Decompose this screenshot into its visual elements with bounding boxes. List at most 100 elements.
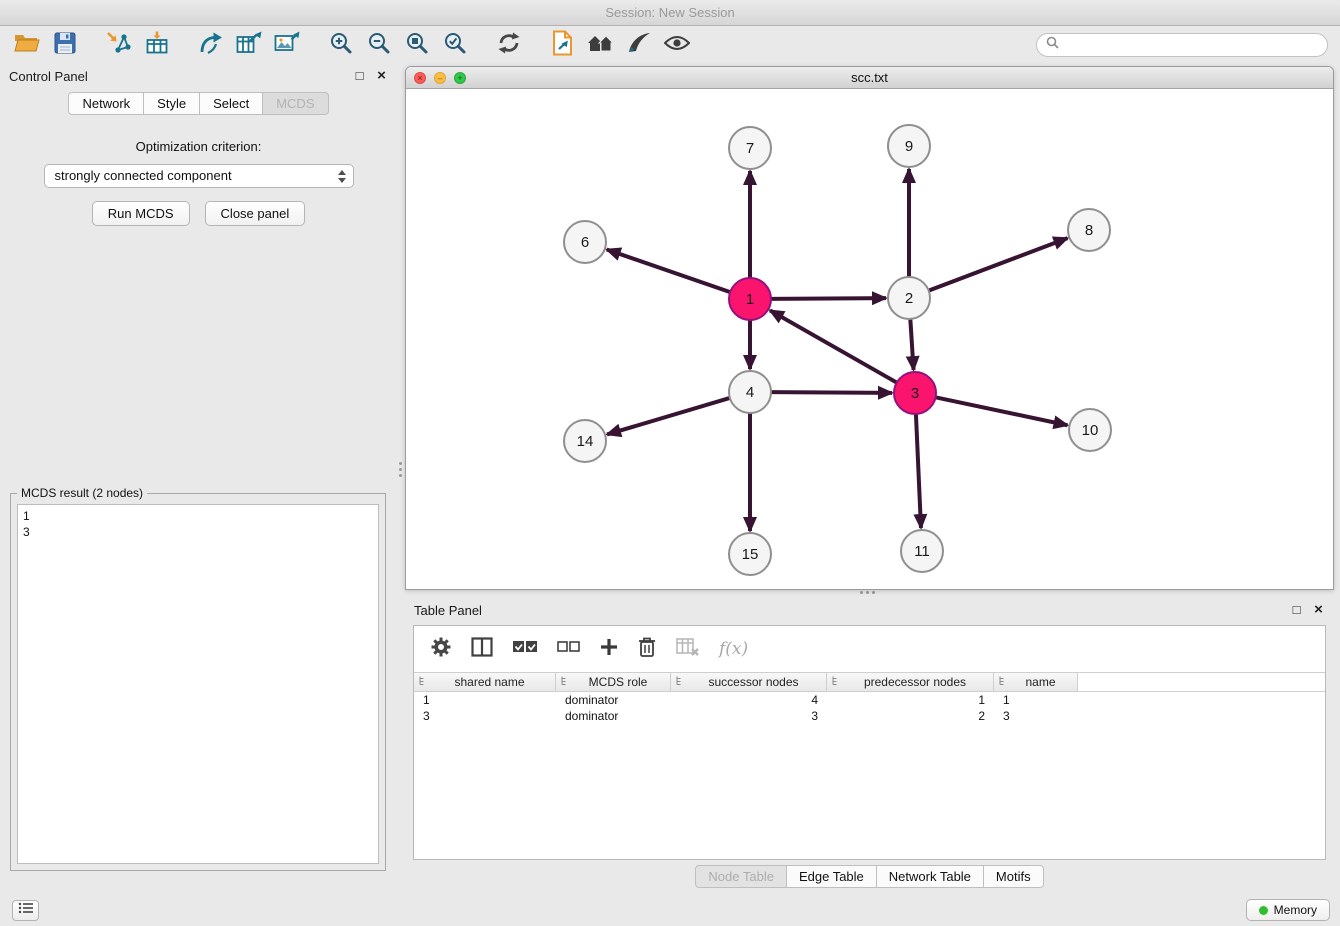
table-cell: 1 xyxy=(414,692,556,708)
edge-3-11[interactable] xyxy=(916,414,921,528)
export-network-button[interactable] xyxy=(192,30,230,60)
node-8[interactable]: 8 xyxy=(1068,209,1110,251)
node-2[interactable]: 2 xyxy=(888,277,930,319)
export-image-button[interactable] xyxy=(268,30,306,60)
show-columns-button[interactable] xyxy=(471,637,493,662)
criterion-dropdown[interactable]: strongly connected component xyxy=(44,164,354,188)
unselect-all-icon xyxy=(557,640,581,658)
node-10[interactable]: 10 xyxy=(1069,409,1111,451)
tab-select[interactable]: Select xyxy=(199,92,263,115)
table-cell: 3 xyxy=(994,708,1078,724)
tab-mcds[interactable]: MCDS xyxy=(262,92,328,115)
open-document-button[interactable] xyxy=(544,30,582,60)
unselect-all-button[interactable] xyxy=(557,640,581,658)
node-4[interactable]: 4 xyxy=(729,371,771,413)
style-brush-button[interactable] xyxy=(620,30,658,60)
save-session-button[interactable] xyxy=(46,30,84,60)
node-label: 2 xyxy=(905,290,913,307)
edge-1-6[interactable] xyxy=(607,250,730,293)
eye-icon xyxy=(664,34,690,57)
zoom-selected-button[interactable] xyxy=(436,30,474,60)
tab-node-table[interactable]: Node Table xyxy=(695,865,787,888)
select-all-icon xyxy=(512,640,538,659)
table-row[interactable]: 3dominator323 xyxy=(414,708,1325,724)
search-input[interactable] xyxy=(1064,38,1318,52)
edge-4-3[interactable] xyxy=(771,392,892,393)
vertical-splitter-handle[interactable] xyxy=(399,462,402,465)
export-network-icon xyxy=(198,31,224,60)
show-hide-button[interactable] xyxy=(658,30,696,60)
tab-network-table[interactable]: Network Table xyxy=(876,865,984,888)
column-header-MCDS-role[interactable]: MCDS role xyxy=(556,673,671,691)
table-row[interactable]: 1dominator411 xyxy=(414,692,1325,708)
node-6[interactable]: 6 xyxy=(564,221,606,263)
export-table-icon xyxy=(236,31,262,60)
delete-column-button[interactable] xyxy=(637,636,657,663)
column-header-successor-nodes[interactable]: successor nodes xyxy=(671,673,827,691)
horizontal-splitter-handle[interactable] xyxy=(860,591,863,594)
network-window-titlebar[interactable]: × – + scc.txt xyxy=(406,67,1333,89)
run-mcds-button[interactable]: Run MCDS xyxy=(92,201,190,226)
edge-2-8[interactable] xyxy=(929,238,1068,290)
close-window-icon[interactable]: × xyxy=(414,72,426,84)
edge-3-1[interactable] xyxy=(770,310,897,382)
control-panel-title: Control Panel xyxy=(9,69,88,84)
zoom-fit-button[interactable] xyxy=(398,30,436,60)
import-table-button[interactable] xyxy=(138,30,176,60)
edge-1-2[interactable] xyxy=(771,298,886,299)
function-builder-button[interactable]: f(x) xyxy=(719,639,748,659)
node-15[interactable]: 15 xyxy=(729,533,771,575)
float-panel-icon[interactable]: □ xyxy=(353,68,366,83)
select-all-button[interactable] xyxy=(512,640,538,659)
network-window-title: scc.txt xyxy=(851,70,888,85)
close-table-panel-icon[interactable]: × xyxy=(1312,601,1325,618)
tab-style[interactable]: Style xyxy=(143,92,200,115)
zoom-in-button[interactable] xyxy=(322,30,360,60)
close-panel-icon[interactable]: × xyxy=(375,67,388,84)
mcds-result-list[interactable]: 1 3 xyxy=(17,504,379,864)
node-1[interactable]: 1 xyxy=(729,278,771,320)
node-11[interactable]: 11 xyxy=(901,530,943,572)
sort-icon xyxy=(675,675,685,689)
home-button[interactable] xyxy=(582,30,620,60)
import-network-button[interactable] xyxy=(100,30,138,60)
trash-icon xyxy=(637,636,657,663)
edge-4-14[interactable] xyxy=(607,398,730,434)
network-window: × – + scc.txt 1 2 3 4 6 7 8 9 10 11 14 15 xyxy=(405,66,1334,590)
table-tabs: Node Table Edge Table Network Table Moti… xyxy=(405,865,1334,888)
close-panel-button[interactable]: Close panel xyxy=(205,201,306,226)
tab-network[interactable]: Network xyxy=(68,92,144,115)
window-titlebar[interactable]: Session: New Session xyxy=(0,0,1340,26)
minimize-window-icon[interactable]: – xyxy=(434,72,446,84)
control-panel: Control Panel □ × Network Style Select M… xyxy=(0,63,397,894)
network-canvas[interactable]: 1 2 3 4 6 7 8 9 10 11 14 15 xyxy=(406,90,1333,589)
zoom-out-button[interactable] xyxy=(360,30,398,60)
node-7[interactable]: 7 xyxy=(729,127,771,169)
tab-motifs[interactable]: Motifs xyxy=(983,865,1044,888)
network-graph[interactable]: 1 2 3 4 6 7 8 9 10 11 14 15 xyxy=(406,90,1333,589)
float-table-panel-icon[interactable]: □ xyxy=(1290,602,1303,617)
memory-button[interactable]: Memory xyxy=(1246,899,1330,921)
node-9[interactable]: 9 xyxy=(888,125,930,167)
column-header-shared-name[interactable]: shared name xyxy=(414,673,556,691)
result-line: 1 xyxy=(23,508,373,524)
table-cell: 2 xyxy=(827,708,994,724)
table-settings-button[interactable] xyxy=(430,636,452,663)
node-14[interactable]: 14 xyxy=(564,420,606,462)
refresh-icon xyxy=(497,32,521,59)
tab-edge-table[interactable]: Edge Table xyxy=(786,865,877,888)
export-table-button[interactable] xyxy=(230,30,268,60)
task-history-button[interactable] xyxy=(12,900,39,921)
delete-table-button[interactable] xyxy=(676,637,700,662)
apply-layout-button[interactable] xyxy=(490,30,528,60)
open-session-button[interactable] xyxy=(8,30,46,60)
optimization-criterion-label: Optimization criterion: xyxy=(0,139,397,154)
column-header-predecessor-nodes[interactable]: predecessor nodes xyxy=(827,673,994,691)
add-column-button[interactable] xyxy=(600,638,618,661)
zoom-window-icon[interactable]: + xyxy=(454,72,466,84)
column-header-name[interactable]: name xyxy=(994,673,1078,691)
edge-2-3[interactable] xyxy=(910,319,913,370)
node-3[interactable]: 3 xyxy=(894,372,936,414)
edge-3-10[interactable] xyxy=(936,397,1068,425)
toolbar-search[interactable] xyxy=(1036,33,1328,57)
